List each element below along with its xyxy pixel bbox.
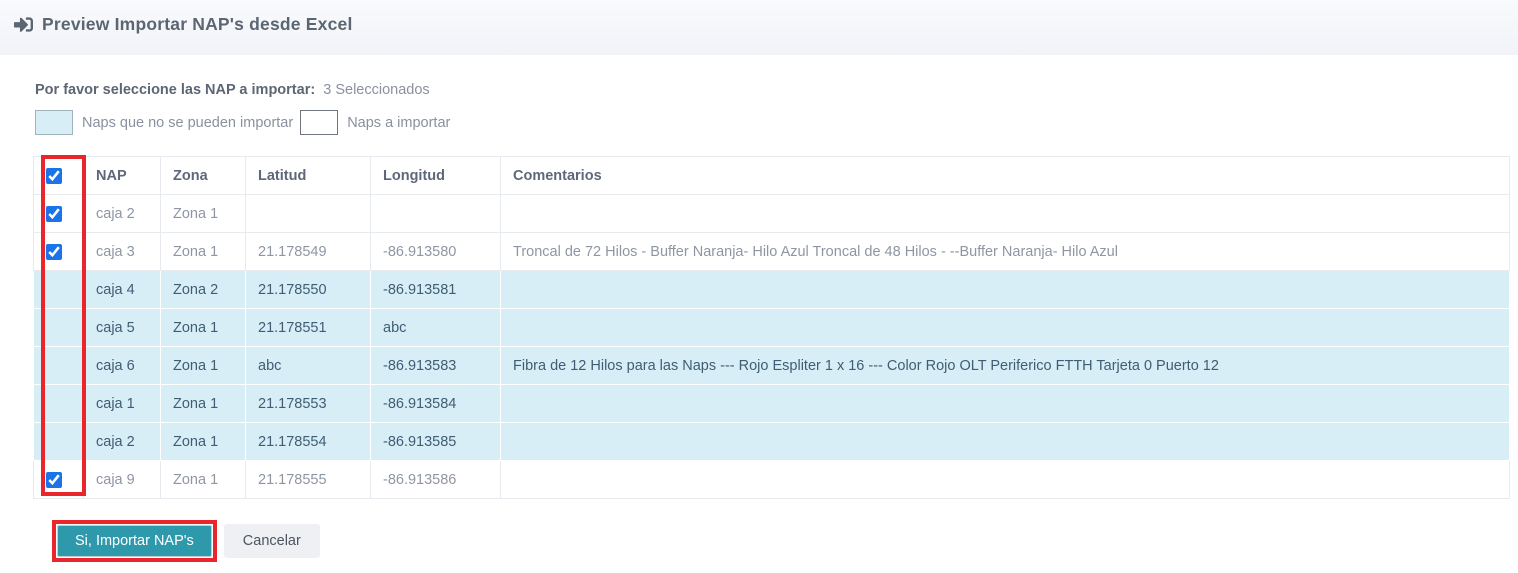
cell-comentarios (501, 385, 1510, 423)
cell-longitud: abc (371, 309, 501, 347)
cell-zona: Zona 1 (161, 309, 246, 347)
cell-zona: Zona 1 (161, 385, 246, 423)
selection-summary: Por favor seleccione las NAP a importar:… (35, 82, 1510, 98)
cell-longitud (371, 195, 501, 233)
cell-comentarios: Troncal de 72 Hilos - Buffer Naranja- Hi… (501, 233, 1510, 271)
cell-latitud: 21.178550 (246, 271, 371, 309)
table-header-row: NAP Zona Latitud Longitud Comentarios (34, 157, 1510, 195)
cancel-button[interactable]: Cancelar (224, 524, 320, 558)
confirm-import-button[interactable]: Si, Importar NAP's (57, 525, 212, 557)
row-select-cell (34, 423, 84, 461)
column-header-nap: NAP (84, 157, 161, 195)
selection-label: Por favor seleccione las NAP a importar: (35, 82, 315, 98)
cell-nap: caja 2 (84, 195, 161, 233)
sign-in-icon (14, 15, 33, 34)
table-body: caja 2Zona 1caja 3Zona 121.178549-86.913… (34, 195, 1510, 499)
row-select-cell (34, 271, 84, 309)
cell-zona: Zona 1 (161, 461, 246, 499)
row-select-checkbox[interactable] (46, 244, 62, 260)
column-header-latitud: Latitud (246, 157, 371, 195)
cell-zona: Zona 1 (161, 347, 246, 385)
table-row: caja 2Zona 121.178554-86.913585 (34, 423, 1510, 461)
cell-latitud: abc (246, 347, 371, 385)
column-header-longitud: Longitud (371, 157, 501, 195)
cell-nap: caja 6 (84, 347, 161, 385)
cell-comentarios (501, 271, 1510, 309)
column-header-comentarios: Comentarios (501, 157, 1510, 195)
row-select-cell (34, 309, 84, 347)
import-preview-card: Por favor seleccione las NAP a importar:… (0, 55, 1518, 562)
cell-nap: caja 2 (84, 423, 161, 461)
cell-longitud: -86.913581 (371, 271, 501, 309)
legend-swatch-not-importable (35, 110, 73, 135)
table-row: caja 9Zona 121.178555-86.913586 (34, 461, 1510, 499)
naps-table: NAP Zona Latitud Longitud Comentarios ca… (33, 156, 1510, 499)
page-header: Preview Importar NAP's desde Excel (0, 0, 1518, 55)
legend-label-not-importable: Naps que no se pueden importar (82, 115, 293, 131)
cell-zona: Zona 1 (161, 195, 246, 233)
legend-swatch-importable (300, 110, 338, 135)
column-header-zona: Zona (161, 157, 246, 195)
legend-label-importable: Naps a importar (347, 115, 450, 131)
cell-zona: Zona 2 (161, 271, 246, 309)
cell-longitud: -86.913585 (371, 423, 501, 461)
table-row: caja 2Zona 1 (34, 195, 1510, 233)
table-row: caja 1Zona 121.178553-86.913584 (34, 385, 1510, 423)
row-select-cell (34, 347, 84, 385)
table-row: caja 6Zona 1abc-86.913583Fibra de 12 Hil… (34, 347, 1510, 385)
row-select-checkbox[interactable] (46, 206, 62, 222)
cell-latitud: 21.178553 (246, 385, 371, 423)
cell-longitud: -86.913583 (371, 347, 501, 385)
cell-latitud: 21.178551 (246, 309, 371, 347)
select-all-checkbox[interactable] (46, 168, 62, 184)
cell-latitud: 21.178554 (246, 423, 371, 461)
cell-latitud (246, 195, 371, 233)
row-select-cell[interactable] (34, 461, 84, 499)
page-title: Preview Importar NAP's desde Excel (14, 14, 353, 35)
cell-nap: caja 1 (84, 385, 161, 423)
cell-comentarios (501, 195, 1510, 233)
row-select-checkbox[interactable] (46, 472, 62, 488)
cell-comentarios (501, 423, 1510, 461)
row-select-cell[interactable] (34, 195, 84, 233)
row-select-cell (34, 385, 84, 423)
table-row: caja 5Zona 121.178551abc (34, 309, 1510, 347)
legend: Naps que no se pueden importar Naps a im… (35, 110, 1510, 135)
cell-comentarios (501, 461, 1510, 499)
cell-comentarios (501, 309, 1510, 347)
page-title-text: Preview Importar NAP's desde Excel (42, 14, 353, 35)
action-buttons: Si, Importar NAP's Cancelar (52, 520, 1510, 562)
cell-comentarios: Fibra de 12 Hilos para las Naps --- Rojo… (501, 347, 1510, 385)
cell-longitud: -86.913586 (371, 461, 501, 499)
select-all-cell[interactable] (34, 157, 84, 195)
row-select-cell[interactable] (34, 233, 84, 271)
cell-longitud: -86.913584 (371, 385, 501, 423)
table-row: caja 3Zona 121.178549-86.913580Troncal d… (34, 233, 1510, 271)
cell-nap: caja 3 (84, 233, 161, 271)
naps-table-container: NAP Zona Latitud Longitud Comentarios ca… (33, 156, 1510, 499)
table-row: caja 4Zona 221.178550-86.913581 (34, 271, 1510, 309)
cell-zona: Zona 1 (161, 423, 246, 461)
cell-nap: caja 4 (84, 271, 161, 309)
cell-latitud: 21.178555 (246, 461, 371, 499)
confirm-button-highlight: Si, Importar NAP's (52, 520, 217, 562)
cell-longitud: -86.913580 (371, 233, 501, 271)
cell-nap: caja 9 (84, 461, 161, 499)
cell-zona: Zona 1 (161, 233, 246, 271)
cell-nap: caja 5 (84, 309, 161, 347)
cell-latitud: 21.178549 (246, 233, 371, 271)
